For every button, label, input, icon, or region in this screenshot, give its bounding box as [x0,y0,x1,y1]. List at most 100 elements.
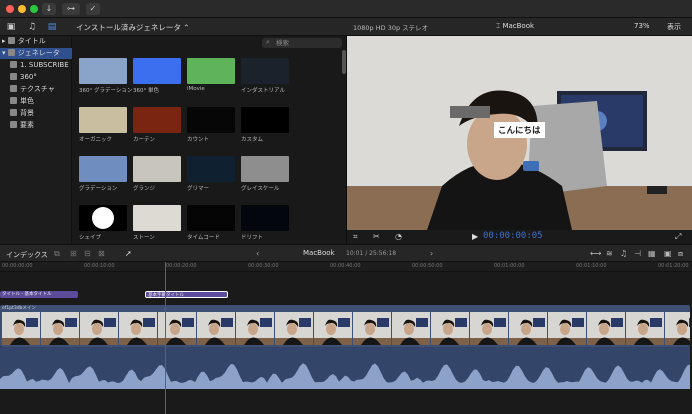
background-tasks-button[interactable]: ✓ [86,3,100,15]
folder-icon [10,97,17,104]
view-menu[interactable]: 表示 [667,22,681,32]
generator-thumbnail[interactable] [79,107,127,133]
app-toolbar: ↓ ⊶ ✓ [0,0,692,18]
snapping-icon[interactable]: ⊣ [634,249,641,258]
connect-clip-icon[interactable]: ⧉ [54,249,60,259]
audio-skimming-icon[interactable]: ≋ [606,249,613,258]
crop-icon[interactable]: ✂ [373,232,380,241]
zoom-popup[interactable]: 73% [634,22,650,30]
audio-waveform[interactable] [0,347,690,389]
minimize-window-button[interactable] [18,5,26,13]
video-thumbnail [665,312,690,345]
video-thumbnail [275,312,313,345]
generator-thumbnail[interactable] [133,107,181,133]
generator-label: オーガニック [79,137,113,143]
key-icon: ⊶ [67,4,75,13]
generator-thumbnail[interactable] [79,205,127,231]
forward-icon[interactable]: › [430,249,433,258]
video-thumbnail [431,312,469,345]
overwrite-clip-icon[interactable]: ⊠ [98,249,105,258]
sidebar-item[interactable]: ▾ ジェネレータ [0,48,72,59]
generator-thumbnail[interactable] [187,205,235,231]
timecode-display: 00:00:00:05 [483,231,543,241]
titles-generators-icon[interactable]: ▤ [46,21,58,33]
project-name[interactable]: MacBook [303,249,335,257]
video-thumbnail [548,312,586,345]
generator-thumbnail[interactable] [133,156,181,182]
folder-icon [10,61,17,68]
search-field[interactable]: 検索 [262,38,342,48]
generator-thumbnail[interactable] [187,107,235,133]
libraries-icon[interactable]: ▣ [5,21,17,33]
sidebar-item[interactable]: ▸ タイトル [0,36,72,47]
sidebar-item[interactable]: 単色 [0,96,72,107]
generator-label: 360° グラデーション [79,88,133,94]
video-clip-name: ef1pt3dbメイン [2,306,36,311]
caption-clip[interactable]: 基本字幕タイトル [145,291,228,298]
ruler-tick-label: 00:00:40:00 [330,263,361,269]
disclosure-icon[interactable]: ▸ [2,37,8,45]
close-window-button[interactable] [6,5,14,13]
sidebar-item[interactable]: 1. SUBSCRIBE [0,60,72,71]
video-thumbnail [353,312,391,345]
sidebar-item-label: テクスチャ [20,85,55,93]
select-tool-icon[interactable]: ➚ [125,249,132,258]
speed-icon[interactable]: ◔ [395,232,402,241]
sidebar-item[interactable]: 360° [0,72,72,83]
category-popup[interactable]: インストール済みジェネレータ ⌃ [76,22,190,33]
caption-overlay[interactable]: こんにちは [494,122,545,138]
insert-clip-icon[interactable]: ⊞ [70,249,77,258]
folder-icon [10,73,17,80]
generator-label: シェイプ [79,235,102,241]
video-thumbnail [392,312,430,345]
ruler-tick-label: 00:01:00:00 [494,263,525,269]
waveform-shape [0,363,690,389]
sidebar-item-label: 1. SUBSCRIBE [20,61,69,69]
fullscreen-icon[interactable]: ⤢ [675,232,681,242]
grid-scrollbar[interactable] [342,50,346,74]
search-icon: ⌕ [266,38,270,46]
transform-icon[interactable]: ⌗ [353,232,358,242]
sidebar-item[interactable]: テクスチャ [0,84,72,95]
clip-appearance-icon[interactable]: ▦ [648,249,656,258]
generator-thumbnail[interactable] [79,156,127,182]
generator-thumbnail[interactable] [187,156,235,182]
play-button[interactable]: ▶ [472,232,478,241]
browser-header: ▣ ♫ ▤ インストール済みジェネレータ ⌃ 1080p HD 30p ステレオ… [0,18,692,36]
transitions-browser-icon[interactable]: ⧈ [678,249,683,259]
import-button[interactable]: ↓ [42,3,56,15]
sidebar-item[interactable]: 要素 [0,120,72,131]
video-thumbnail [236,312,274,345]
append-clip-icon[interactable]: ⊟ [84,249,91,258]
zoom-window-button[interactable] [30,5,38,13]
keyword-button[interactable]: ⊶ [62,3,80,15]
generator-thumbnail[interactable] [133,205,181,231]
generator-label: グランジ [133,186,156,192]
disclosure-icon[interactable]: ▾ [2,49,8,57]
generator-thumbnail[interactable] [79,58,127,84]
viewer: こんにちは ⌗ ✂ ◔ ▶ 00:00:00:05 ⤢ [347,36,692,244]
sidebar-item-label: 360° [20,73,37,81]
video-thumbnail [587,312,625,345]
photos-audio-icon[interactable]: ♫ [26,21,38,33]
viewer-library: ⌶ MacBook [496,22,534,31]
generator-thumbnail[interactable] [241,156,289,182]
ruler-tick-label: 00:00:30:00 [248,263,279,269]
sidebar-item[interactable]: 背景 [0,108,72,119]
title-clip[interactable]: タイトル - 基本タイトル [0,291,78,298]
generator-thumbnail[interactable] [241,205,289,231]
generator-thumbnail[interactable] [241,58,289,84]
playhead[interactable] [165,262,166,414]
timeline-ruler[interactable]: 00:00:00:00 00:00:10:00 00:00:20:00 00:00:3… [0,262,692,272]
back-icon[interactable]: ‹ [256,249,259,258]
video-frame: こんにちは [347,36,692,230]
effects-browser-icon[interactable]: ▣ [664,249,672,258]
skimming-icon[interactable]: ⟷ [590,249,601,258]
generator-thumbnail[interactable] [187,58,235,84]
video-clip[interactable]: ef1pt3dbメイン [0,305,690,347]
generator-thumbnail[interactable] [241,107,289,133]
generator-thumbnail[interactable] [133,58,181,84]
headphones-icon[interactable]: ♫ [620,249,627,258]
index-button[interactable]: インデックス [6,250,48,260]
timeline[interactable]: タイトル - 基本タイトル 基本字幕タイトル ef1pt3dbメイン [0,272,692,414]
